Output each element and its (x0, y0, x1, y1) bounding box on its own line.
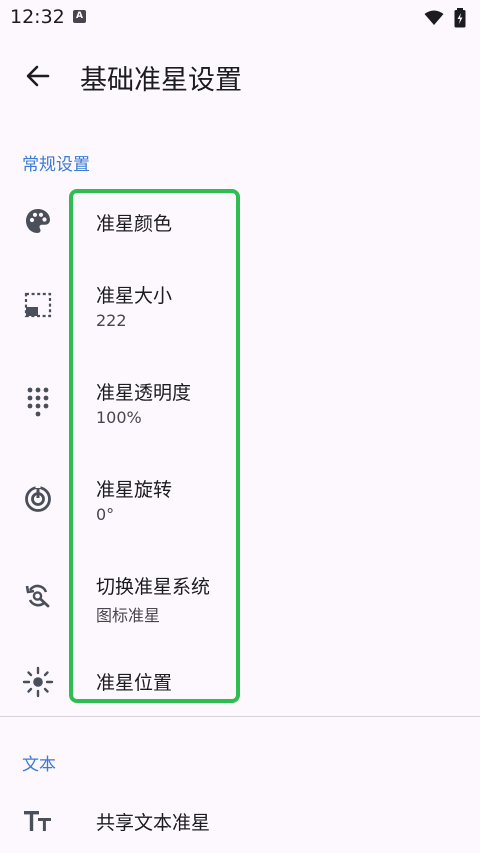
setting-crosshair-position[interactable]: 准星位置 (0, 662, 480, 706)
setting-shared-text-crosshair[interactable]: 共享文本准星 (0, 796, 480, 846)
setting-title: 切换准星系统 (96, 576, 211, 598)
setting-crosshair-opacity[interactable]: 准星透明度 100% (0, 372, 480, 436)
setting-value: 图标准星 (96, 606, 161, 625)
page-title: 基础准星设置 (80, 65, 242, 96)
setting-title: 共享文本准星 (96, 812, 211, 834)
setting-value: 100% (96, 408, 142, 427)
setting-title: 准星颜色 (96, 213, 173, 235)
wifi-icon (424, 10, 444, 25)
dot-grid-icon (20, 384, 56, 420)
setting-title: 准星旋转 (96, 479, 173, 501)
setting-title: 准星大小 (96, 285, 173, 307)
switch-refresh-icon (20, 578, 56, 614)
setting-value: 222 (96, 311, 127, 330)
accessibility-badge-icon: A (73, 10, 86, 23)
section-divider (0, 716, 480, 717)
setting-title: 准星位置 (96, 672, 173, 694)
section-header-general: 常规设置 (22, 155, 90, 175)
crosshair-sun-icon (20, 664, 56, 700)
text-size-icon (20, 803, 56, 839)
setting-title: 准星透明度 (96, 382, 192, 404)
setting-crosshair-system[interactable]: 切换准星系统 图标准星 (0, 566, 480, 630)
target-rotate-icon (20, 481, 56, 517)
arrow-back-icon (26, 65, 50, 87)
setting-crosshair-size[interactable]: 准星大小 222 (0, 275, 480, 339)
aspect-ratio-icon (20, 287, 56, 323)
back-button[interactable] (18, 56, 58, 96)
palette-icon (20, 203, 56, 239)
setting-crosshair-color[interactable]: 准星颜色 (0, 195, 480, 249)
section-header-text: 文本 (22, 755, 56, 775)
status-time: 12:32 (10, 6, 65, 28)
setting-crosshair-rotation[interactable]: 准星旋转 0° (0, 469, 480, 533)
app-bar: 基础准星设置 (0, 44, 480, 108)
status-bar: 12:32 A (0, 0, 480, 34)
setting-value: 0° (96, 505, 115, 524)
battery-charging-icon (454, 8, 466, 28)
status-icons (424, 8, 466, 28)
